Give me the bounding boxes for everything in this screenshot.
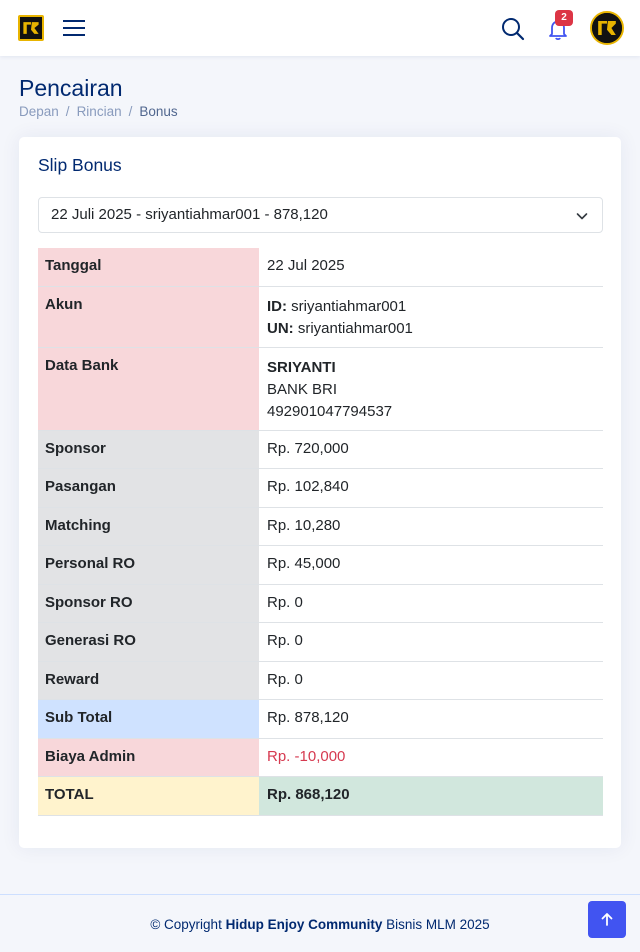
un-label: UN: (267, 319, 294, 337)
table-row-generasi-ro: Generasi RO Rp. 0 (38, 622, 603, 662)
table-row-biaya-admin: Biaya Admin Rp. -10,000 (38, 738, 603, 777)
footer: © Copyright Hidup Enjoy Community Bisnis… (0, 894, 640, 952)
table-row-akun: Akun ID: sriyantiahmar001 UN: sriyantiah… (38, 286, 603, 348)
footer-brand: Hidup Enjoy Community (225, 917, 383, 932)
id-value: sriyantiahmar001 (291, 297, 407, 315)
top-header: 2 (0, 0, 640, 56)
row-label: Akun (38, 286, 259, 348)
table-row-tanggal: Tanggal 22 Jul 2025 (38, 248, 603, 287)
row-value: Rp. 720,000 (259, 430, 603, 469)
chevron-down-icon (576, 213, 588, 220)
breadcrumb-item-bonus: Bonus (139, 104, 178, 119)
bank-name: BANK BRI (267, 380, 338, 398)
id-label: ID: (267, 297, 287, 315)
row-label: Sub Total (38, 699, 259, 739)
slip-select-value: 22 Juli 2025 - sriyantiahmar001 - 878,12… (51, 206, 328, 223)
bank-holder-name: SRIYANTI (267, 358, 336, 376)
slip-table: Tanggal 22 Jul 2025 Akun ID: sriyantiahm… (38, 248, 603, 816)
row-value: Rp. 868,120 (259, 776, 603, 816)
un-value: sriyantiahmar001 (297, 319, 413, 337)
row-value: Rp. 0 (259, 622, 603, 662)
avatar-icon[interactable] (590, 11, 624, 45)
table-row-pasangan: Pasangan Rp. 102,840 (38, 468, 603, 508)
row-label: Sponsor (38, 430, 259, 469)
breadcrumb: Depan / Rincian / Bonus (19, 104, 178, 119)
breadcrumb-item-rincian[interactable]: Rincian (77, 104, 122, 119)
row-value: Rp. 45,000 (259, 545, 603, 585)
notification-badge: 2 (555, 10, 573, 26)
row-label: Matching (38, 507, 259, 546)
table-row-sponsor-ro: Sponsor RO Rp. 0 (38, 584, 603, 623)
row-label: TOTAL (38, 776, 259, 816)
row-value: Rp. 878,120 (259, 699, 603, 739)
row-value: 22 Jul 2025 (259, 248, 603, 287)
row-label: Biaya Admin (38, 738, 259, 777)
row-label: Tanggal (38, 248, 259, 287)
search-icon[interactable] (500, 16, 526, 42)
page-title: Pencairan (19, 75, 123, 101)
row-label: Sponsor RO (38, 584, 259, 623)
row-value: ID: sriyantiahmar001 UN: sriyantiahmar00… (259, 286, 603, 348)
bank-account: 492901047794537 (267, 402, 393, 420)
table-row-data-bank: Data Bank SRIYANTI BANK BRI 492901047794… (38, 347, 603, 431)
table-row-matching: Matching Rp. 10,280 (38, 507, 603, 546)
slip-select[interactable]: 22 Juli 2025 - sriyantiahmar001 - 878,12… (38, 197, 603, 233)
slip-bonus-card: Slip Bonus 22 Juli 2025 - sriyantiahmar0… (19, 137, 621, 848)
table-row-reward: Reward Rp. 0 (38, 661, 603, 700)
brand-logo-icon[interactable] (18, 15, 44, 41)
row-value: SRIYANTI BANK BRI 492901047794537 (259, 347, 603, 431)
row-value: Rp. 10,280 (259, 507, 603, 546)
breadcrumb-item-depan[interactable]: Depan (19, 104, 59, 119)
arrow-up-icon (601, 913, 613, 926)
table-row-sub-total: Sub Total Rp. 878,120 (38, 699, 603, 739)
row-value: Rp. 102,840 (259, 468, 603, 508)
row-label: Generasi RO (38, 622, 259, 662)
hamburger-icon[interactable] (62, 16, 86, 40)
row-label: Pasangan (38, 468, 259, 508)
table-row-sponsor: Sponsor Rp. 720,000 (38, 430, 603, 469)
row-value: Rp. 0 (259, 584, 603, 623)
row-label: Data Bank (38, 347, 259, 431)
back-to-top-button[interactable] (588, 901, 626, 938)
row-value: Rp. -10,000 (259, 738, 603, 777)
table-row-personal-ro: Personal RO Rp. 45,000 (38, 545, 603, 585)
row-value: Rp. 0 (259, 661, 603, 700)
row-label: Personal RO (38, 545, 259, 585)
row-label: Reward (38, 661, 259, 700)
footer-suffix: Bisnis MLM 2025 (386, 917, 490, 932)
table-row-total: TOTAL Rp. 868,120 (38, 776, 603, 816)
card-title: Slip Bonus (38, 155, 122, 175)
footer-copyright: © Copyright (150, 917, 222, 932)
